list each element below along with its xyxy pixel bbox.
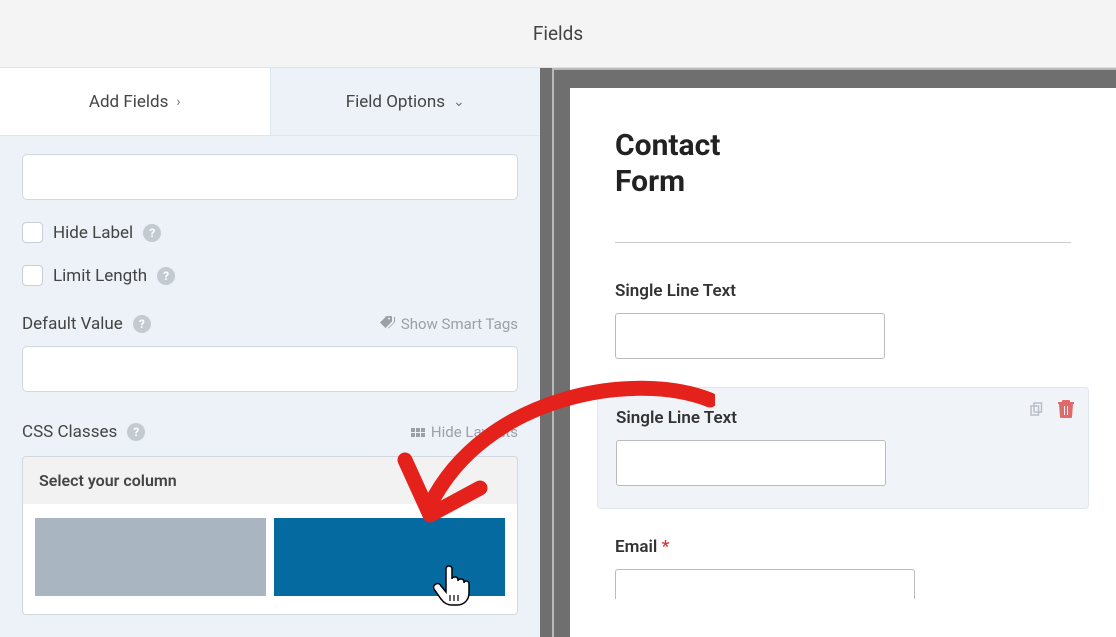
column-selector: Select your column (22, 456, 518, 615)
header-title: Fields (533, 22, 583, 45)
column-option-one-half-right[interactable] (274, 518, 505, 596)
limit-length-text: Limit Length (53, 266, 147, 286)
css-classes-label: CSS Classes (22, 422, 117, 442)
hide-label-row: Hide Label ? (22, 222, 518, 243)
field-label: Single Line Text (616, 408, 1070, 428)
form-field-2-selected[interactable]: Single Line Text (597, 387, 1089, 509)
hide-label-text: Hide Label (53, 223, 133, 243)
top-header: Fields (0, 0, 1116, 68)
chevron-right-icon: › (176, 94, 180, 110)
duplicate-icon[interactable] (1028, 400, 1046, 423)
trash-icon[interactable] (1058, 400, 1074, 423)
tab-field-options-label: Field Options (346, 92, 445, 112)
help-icon[interactable]: ? (143, 224, 161, 242)
field-actions (1028, 400, 1074, 423)
help-icon[interactable]: ? (133, 315, 151, 333)
limit-length-checkbox[interactable] (22, 265, 43, 286)
left-panel: Add Fields › Field Options ⌄ Hide Label … (0, 68, 540, 637)
preview-frame-border (552, 68, 1116, 637)
field-input[interactable] (616, 440, 886, 486)
panel-tabs: Add Fields › Field Options ⌄ (0, 68, 540, 136)
tags-icon (380, 316, 395, 333)
tab-field-options[interactable]: Field Options ⌄ (271, 68, 541, 135)
tab-add-fields[interactable]: Add Fields › (0, 68, 271, 135)
default-value-input[interactable] (22, 346, 518, 392)
field-label-input[interactable] (22, 154, 518, 200)
css-classes-row: CSS Classes ? Hide Layouts (22, 422, 518, 442)
chevron-down-icon: ⌄ (453, 94, 465, 110)
help-icon[interactable]: ? (127, 423, 145, 441)
default-value-row: Default Value ? Show Smart Tags (22, 314, 518, 334)
show-smart-tags-button[interactable]: Show Smart Tags (380, 315, 518, 333)
show-smart-tags-label: Show Smart Tags (401, 315, 518, 333)
hide-layouts-button[interactable]: Hide Layouts (411, 423, 518, 441)
preview-panel: Contact Form Single Line Text Single Lin… (540, 68, 1116, 637)
hide-label-checkbox[interactable] (22, 222, 43, 243)
default-value-label: Default Value (22, 314, 123, 334)
limit-length-row: Limit Length ? (22, 265, 518, 286)
column-options (23, 504, 517, 614)
hide-layouts-label: Hide Layouts (431, 423, 518, 441)
column-selector-header: Select your column (23, 457, 517, 504)
main-container: Add Fields › Field Options ⌄ Hide Label … (0, 68, 1116, 637)
tab-add-fields-label: Add Fields (89, 92, 169, 112)
grid-icon (411, 428, 425, 437)
column-option-one-half-left[interactable] (35, 518, 266, 596)
help-icon[interactable]: ? (157, 267, 175, 285)
panel-body: Hide Label ? Limit Length ? Default Valu… (0, 136, 540, 633)
